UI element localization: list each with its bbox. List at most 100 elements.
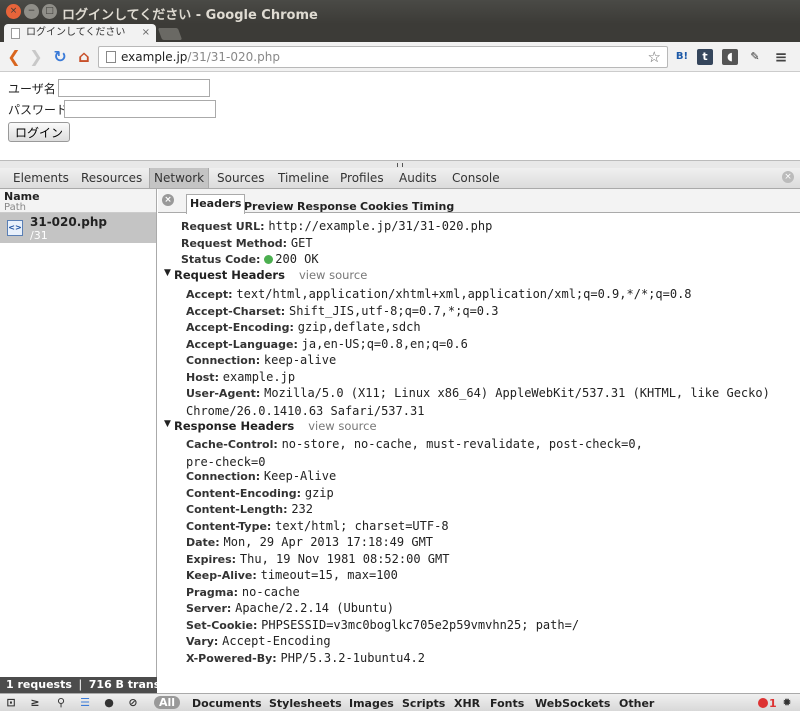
header-value: Thu, 19 Nov 1981 08:52:00 GMT [239,552,450,566]
filter-scripts[interactable]: Scripts [402,697,445,710]
status-ok-icon [264,255,274,264]
header-key: Connection: [186,470,261,483]
window-minimize-button[interactable]: − [24,4,39,19]
window-maximize-button[interactable]: □ [42,4,57,19]
header-value: Apache/2.2.14 (Ubuntu) [235,601,395,615]
reload-icon: ↻ [53,47,67,66]
tab-resources[interactable]: Resources [81,171,142,185]
devtools-close-icon[interactable]: × [782,171,794,183]
dock-icon[interactable]: ⊡ [4,696,18,710]
header-key: Vary: [186,635,219,648]
hatena-bookmark-icon[interactable]: B! [674,49,690,65]
detail-tab-bar: × Headers Preview Response Cookies Timin… [158,189,800,214]
close-icon: × [9,6,18,16]
header-key: Connection: [186,354,261,367]
tab-console[interactable]: Console [452,171,500,185]
view-source-link[interactable]: view source [308,419,376,433]
tab-network[interactable]: Network [149,168,210,188]
devtools-resize-handle[interactable] [0,160,800,168]
username-input[interactable] [58,79,210,97]
request-headers-section[interactable]: ▼ Request Headers view source [164,268,367,282]
tumblr-icon[interactable]: t [697,49,713,65]
tab-profiles[interactable]: Profiles [340,171,384,185]
browser-tab[interactable]: ログインしてください × [4,24,156,42]
tab-response[interactable]: Response [297,200,357,213]
tab-headers[interactable]: Headers [186,194,246,214]
request-name: 31-020.php [30,215,108,229]
reload-button[interactable]: ↻ [50,47,70,67]
filter-all[interactable]: All [154,696,181,709]
header-value: gzip [304,486,334,500]
forward-arrow-icon: ❯ [29,47,43,66]
response-header-row: Pragma: no-cache [186,584,796,602]
filter-documents[interactable]: Documents [192,697,262,710]
tab-timing[interactable]: Timing [412,200,454,213]
tab-sources[interactable]: Sources [217,171,264,185]
tab-preview[interactable]: Preview [244,200,294,213]
address-url[interactable]: example.jp/31/31-020.php [121,50,280,64]
request-header-row: Accept-Charset: Shift_JIS,utf-8;q=0.7,*;… [186,303,796,321]
window-title-bar: × − □ ログインしてください - Google Chrome [0,0,800,24]
filter-images[interactable]: Images [349,697,394,710]
request-header-row: Connection: keep-alive [186,352,796,370]
url-path: /31/31-020.php [187,50,280,64]
response-header-row: Date: Mon, 29 Apr 2013 17:18:49 GMT [186,534,796,552]
console-drawer-icon[interactable]: ≥ [28,696,42,710]
tab-timeline[interactable]: Timeline [278,171,329,185]
header-key: Expires: [186,553,237,566]
back-arrow-icon: ❮ [7,47,21,66]
detail-close-icon[interactable]: × [162,194,174,206]
new-tab-button[interactable] [157,28,183,40]
disclosure-triangle-icon: ▼ [164,268,171,278]
header-value: 232 [291,502,314,516]
pocket-icon[interactable]: ◖ [722,49,738,65]
login-button[interactable]: ログイン [8,122,71,142]
header-value: text/html; charset=UTF-8 [275,519,449,533]
view-source-link[interactable]: view source [299,268,367,282]
filter-fonts[interactable]: Fonts [490,697,524,710]
maximize-icon: □ [45,6,54,16]
page-content: ユーザ名 パスワード ログイン [0,72,800,166]
chrome-menu-icon[interactable]: ≡ [773,49,789,65]
tab-audits[interactable]: Audits [399,171,437,185]
tab-elements[interactable]: Elements [13,171,69,185]
gear-icon[interactable]: ✹ [780,696,794,710]
password-input[interactable] [64,100,216,118]
header-key: Content-Type: [186,520,272,533]
filter-websockets[interactable]: WebSockets [535,697,610,710]
bookmark-star-icon[interactable]: ☆ [648,48,661,66]
devtools-tab-bar: Elements Resources Network Sources Timel… [0,168,800,189]
header-key: Accept-Encoding: [186,321,294,334]
record-icon[interactable]: ● [102,696,116,710]
password-label: パスワード [8,103,69,117]
filter-stylesheets[interactable]: Stylesheets [269,697,342,710]
tab-close-icon[interactable]: × [142,24,150,42]
disclosure-triangle-icon: ▼ [164,419,171,429]
search-icon[interactable]: ⚲ [54,696,68,710]
response-header-row: X-Powered-By: PHP/5.3.2-1ubuntu4.2 [186,650,796,668]
name-column-header[interactable]: Name Path [0,189,156,213]
extension-icon[interactable]: ✎ [747,49,763,65]
request-row[interactable]: <> 31-020.php /31 [0,213,156,243]
browser-toolbar: ❮ ❯ ↻ ⌂ example.jp/31/31-020.php ☆ B! t … [0,42,800,72]
minimize-icon: − [27,6,36,16]
error-icon[interactable] [758,698,768,708]
request-header-row: Host: example.jp [186,369,796,387]
error-count[interactable]: 1 [769,697,777,710]
tab-cookies[interactable]: Cookies [360,200,408,213]
back-button[interactable]: ❮ [4,47,24,67]
filter-xhr[interactable]: XHR [454,697,480,710]
header-key: Content-Encoding: [186,487,302,500]
window-close-button[interactable]: × [6,4,21,19]
browser-tab-label: ログインしてください [26,27,126,38]
response-headers-section[interactable]: ▼ Response Headers view source [164,419,377,433]
list-view-icon[interactable]: ☰ [78,696,92,710]
address-bar[interactable]: example.jp/31/31-020.php ☆ [98,46,668,68]
forward-button[interactable]: ❯ [26,47,46,67]
response-header-row: Content-Type: text/html; charset=UTF-8 [186,518,796,536]
filter-other[interactable]: Other [619,697,654,710]
home-button[interactable]: ⌂ [74,47,94,67]
home-icon: ⌂ [78,47,90,66]
clear-icon[interactable]: ⊘ [126,696,140,710]
header-value: 200 OK [275,252,319,266]
